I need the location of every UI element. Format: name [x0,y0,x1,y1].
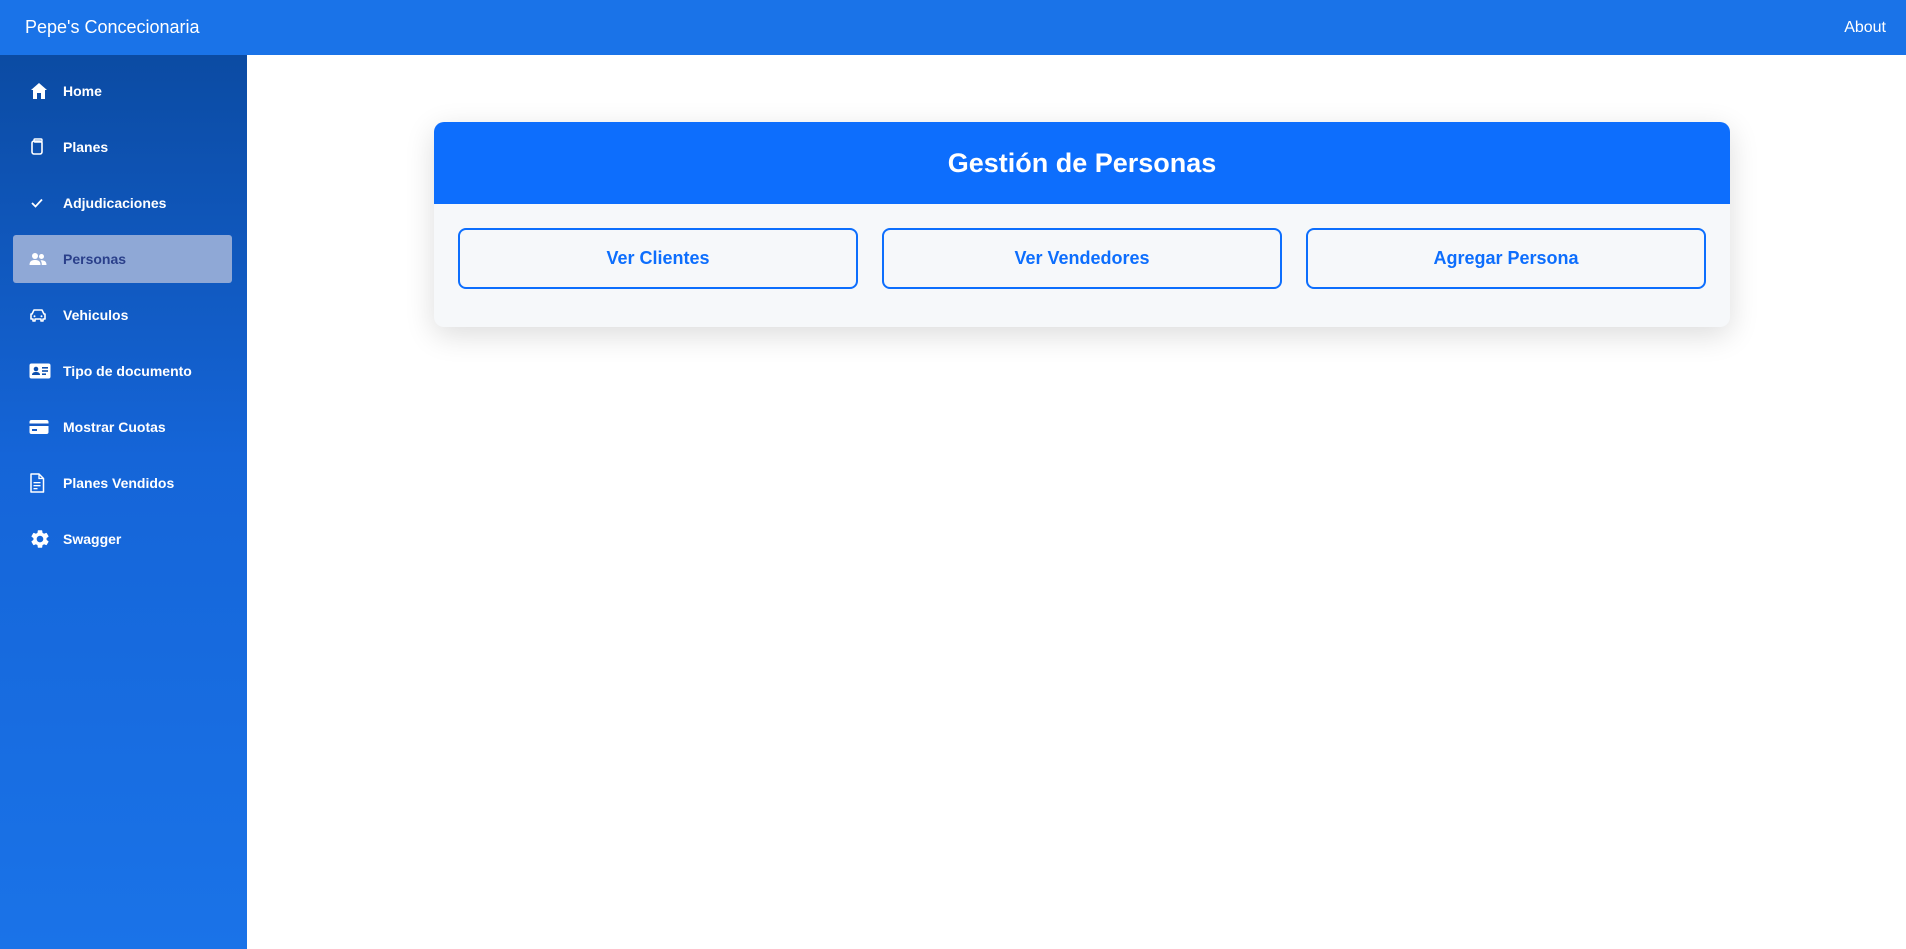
page-title: Gestión de Personas [947,147,1217,178]
home-icon [29,81,53,101]
gear-icon [29,529,53,549]
top-navbar: Pepe's Concecionaria About [0,0,1906,55]
card-header: Gestión de Personas [434,122,1730,204]
people-icon [29,249,53,269]
sidebar-item-label: Tipo de documento [63,363,192,379]
sidebar-item-home[interactable]: Home [13,67,232,115]
personas-card: Gestión de Personas Ver Clientes Ver Ven… [434,122,1730,327]
sidebar-item-label: Swagger [63,531,122,547]
credit-card-icon [29,417,53,437]
sidebar-item-adjudicaciones[interactable]: Adjudicaciones [13,179,232,227]
sidebar-item-vehiculos[interactable]: Vehiculos [13,291,232,339]
main-content: Gestión de Personas Ver Clientes Ver Ven… [247,55,1906,949]
car-icon [29,305,53,325]
sidebar-item-label: Vehiculos [63,307,129,323]
clipboard-icon [29,137,53,157]
sidebar-item-mostrar-cuotas[interactable]: Mostrar Cuotas [13,403,232,451]
sidebar-item-swagger[interactable]: Swagger [13,515,232,563]
card-actions: Ver Clientes Ver Vendedores Agregar Pers… [434,204,1730,289]
sidebar-item-planes-vendidos[interactable]: Planes Vendidos [13,459,232,507]
sidebar-item-label: Planes [63,139,109,155]
about-link[interactable]: About [1844,19,1886,37]
sidebar-item-label: Home [63,83,102,99]
id-card-icon [29,361,53,381]
sidebar: Home Planes Adjudicaciones Personas Vehi… [0,55,247,949]
sidebar-item-label: Adjudicaciones [63,195,167,211]
document-icon [29,473,53,493]
agregar-persona-button[interactable]: Agregar Persona [1306,228,1706,289]
sidebar-item-label: Personas [63,251,127,267]
ver-vendedores-button[interactable]: Ver Vendedores [882,228,1282,289]
sidebar-item-personas[interactable]: Personas [13,235,232,283]
sidebar-item-tipo-documento[interactable]: Tipo de documento [13,347,232,395]
ver-clientes-button[interactable]: Ver Clientes [458,228,858,289]
check-icon [29,193,53,213]
sidebar-item-label: Mostrar Cuotas [63,419,166,435]
sidebar-item-planes[interactable]: Planes [13,123,232,171]
brand-link[interactable]: Pepe's Concecionaria [25,17,200,38]
sidebar-item-label: Planes Vendidos [63,475,175,491]
